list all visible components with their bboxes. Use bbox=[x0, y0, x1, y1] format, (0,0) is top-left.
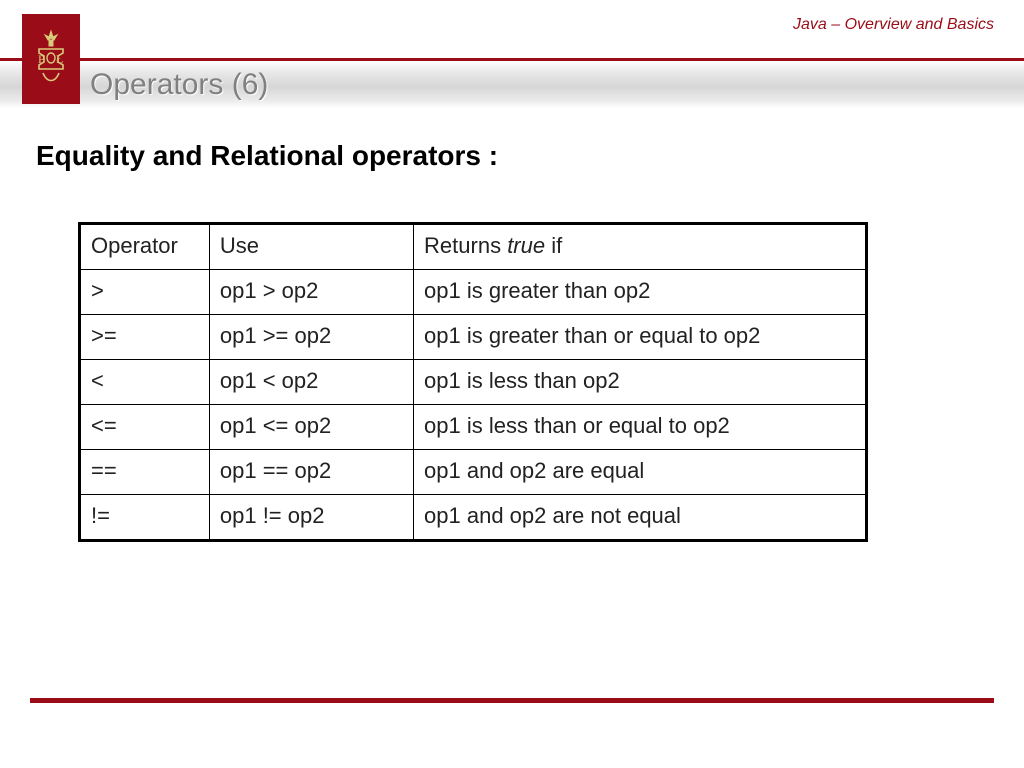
svg-text:P: P bbox=[38, 52, 45, 66]
cell-use: op1 != op2 bbox=[209, 495, 413, 541]
cell-returns: op1 and op2 are equal bbox=[414, 450, 867, 495]
cell-operator: >= bbox=[80, 315, 210, 360]
col-header-returns-prefix: Returns bbox=[424, 233, 507, 258]
table-header-row: Operator Use Returns true if bbox=[80, 224, 867, 270]
cell-use: op1 == op2 bbox=[209, 450, 413, 495]
slide: Java – Overview and Basics Operators (6)… bbox=[0, 0, 1024, 768]
crest-icon: P Ł bbox=[29, 27, 73, 92]
slide-title: Operators (6) bbox=[90, 68, 268, 102]
operators-table: Operator Use Returns true if > op1 > op2… bbox=[78, 222, 868, 542]
university-logo: P Ł bbox=[22, 14, 80, 104]
table-row: < op1 < op2 op1 is less than op2 bbox=[80, 360, 867, 405]
cell-operator: > bbox=[80, 270, 210, 315]
cell-returns: op1 is greater than op2 bbox=[414, 270, 867, 315]
cell-returns: op1 and op2 are not equal bbox=[414, 495, 867, 541]
cell-use: op1 <= op2 bbox=[209, 405, 413, 450]
col-header-returns: Returns true if bbox=[414, 224, 867, 270]
table-row: != op1 != op2 op1 and op2 are not equal bbox=[80, 495, 867, 541]
cell-use: op1 >= op2 bbox=[209, 315, 413, 360]
section-heading: Equality and Relational operators : bbox=[36, 140, 498, 172]
cell-returns: op1 is less than op2 bbox=[414, 360, 867, 405]
cell-returns: op1 is less than or equal to op2 bbox=[414, 405, 867, 450]
cell-operator: != bbox=[80, 495, 210, 541]
col-header-returns-suffix: if bbox=[545, 233, 562, 258]
cell-operator: < bbox=[80, 360, 210, 405]
cell-returns: op1 is greater than or equal to op2 bbox=[414, 315, 867, 360]
table-row: == op1 == op2 op1 and op2 are equal bbox=[80, 450, 867, 495]
table-row: <= op1 <= op2 op1 is less than or equal … bbox=[80, 405, 867, 450]
cell-operator: == bbox=[80, 450, 210, 495]
cell-use: op1 < op2 bbox=[209, 360, 413, 405]
breadcrumb: Java – Overview and Basics bbox=[793, 16, 994, 34]
col-header-returns-italic: true bbox=[507, 233, 545, 258]
table-row: >= op1 >= op2 op1 is greater than or equ… bbox=[80, 315, 867, 360]
col-header-operator: Operator bbox=[80, 224, 210, 270]
title-bar: Operators (6) bbox=[0, 58, 1024, 108]
table-row: > op1 > op2 op1 is greater than op2 bbox=[80, 270, 867, 315]
cell-operator: <= bbox=[80, 405, 210, 450]
col-header-use: Use bbox=[209, 224, 413, 270]
table-body: > op1 > op2 op1 is greater than op2 >= o… bbox=[80, 270, 867, 541]
cell-use: op1 > op2 bbox=[209, 270, 413, 315]
footer-divider bbox=[30, 698, 994, 703]
svg-text:Ł: Ł bbox=[56, 52, 63, 66]
